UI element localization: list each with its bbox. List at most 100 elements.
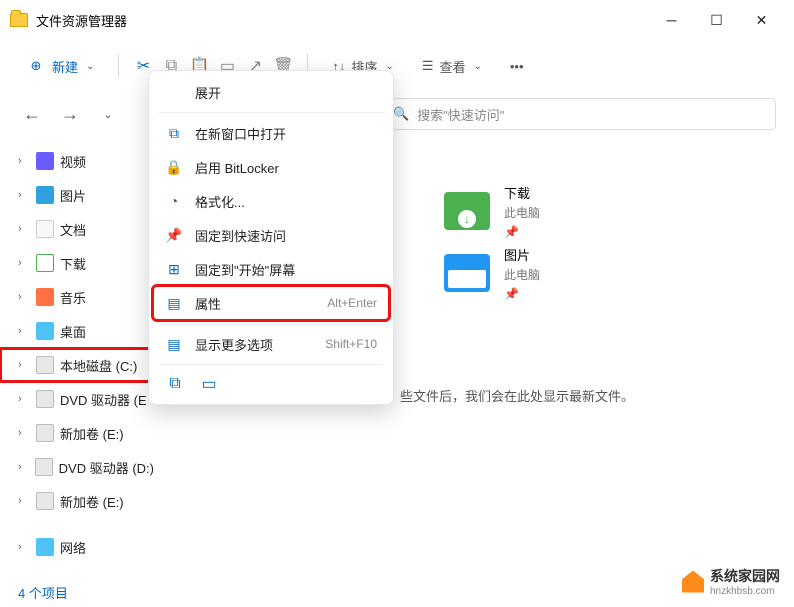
expand-icon[interactable]: › — [18, 495, 30, 507]
sidebar-item-video[interactable]: › 视频 — [0, 144, 160, 178]
menu-item[interactable]: ⊞ 固定到"开始"屏幕 — [153, 252, 389, 286]
view-icon: ☰ — [422, 58, 434, 74]
toolbar: ⊕ 新建 ⌄ ✂ ⧉ 📋 ▭ ↗ 🗑 ↑↓ 排序 ⌄ ☰ 查看 ⌄ ••• — [0, 40, 794, 92]
menu-item-label: 在新窗口中打开 — [195, 124, 377, 143]
navigation-row: ← → ⌄ ⟳ 🔍 搜索"快速访问" — [0, 92, 794, 136]
menu-item-label: 属性 — [195, 294, 315, 313]
maximize-button[interactable]: ☐ — [694, 5, 739, 35]
watermark: 系统家园网 hnzkhbsb.com — [682, 566, 780, 597]
expand-icon[interactable]: › — [18, 541, 30, 553]
new-button[interactable]: ⊕ 新建 ⌄ — [16, 50, 104, 82]
folder-name: 下载 — [504, 183, 540, 202]
sidebar-item-disk[interactable]: › 新加卷 (E:) — [0, 484, 160, 518]
rename-icon[interactable]: ▭ — [199, 374, 219, 394]
dvd-icon — [36, 390, 54, 408]
menu-item[interactable]: ▤ 属性 Alt+Enter — [153, 286, 389, 320]
new-label: 新建 — [52, 57, 78, 76]
sidebar-item-disk[interactable]: › 本地磁盘 (C:) — [0, 348, 160, 382]
menu-item-label: 显示更多选项 — [195, 335, 313, 354]
more-button[interactable]: ••• — [500, 53, 534, 80]
props-icon: ▤ — [165, 294, 183, 312]
expand-icon[interactable]: › — [18, 393, 30, 405]
close-button[interactable]: ✕ — [739, 5, 784, 35]
sidebar-item-label: 新加卷 (E:) — [60, 492, 124, 511]
folder-icon — [444, 254, 490, 292]
music-icon — [36, 288, 54, 306]
sidebar-item-dvd[interactable]: › DVD 驱动器 (E — [0, 382, 160, 416]
sidebar-item-dvd[interactable]: › DVD 驱动器 (D:) — [0, 450, 160, 484]
sidebar-item-pic[interactable]: › 图片 — [0, 178, 160, 212]
sidebar-item-doc[interactable]: › 文档 — [0, 212, 160, 246]
sidebar-item-label: DVD 驱动器 (D:) — [59, 458, 154, 477]
view-label: 查看 — [439, 57, 465, 76]
sidebar-item-label: DVD 驱动器 (E — [60, 390, 147, 409]
pin-start-icon: ⊞ — [165, 260, 183, 278]
context-menu: 展开 ⧉ 在新窗口中打开 🔒 启用 BitLocker ◔ 格式化... 📌 固… — [148, 70, 394, 405]
pin-icon: 📌 — [504, 225, 540, 239]
sidebar: › 视频› 图片› 文档› 下载› 音乐› 桌面› 本地磁盘 (C:)› DVD… — [0, 140, 160, 571]
up-button[interactable]: ⌄ — [94, 100, 122, 128]
folder-location: 此电脑 — [504, 266, 540, 283]
view-button[interactable]: ☰ 查看 ⌄ — [412, 51, 492, 82]
search-input[interactable]: 🔍 搜索"快速访问" — [382, 98, 776, 130]
sidebar-item-dl[interactable]: › 下载 — [0, 246, 160, 280]
plus-circle-icon: ⊕ — [26, 56, 46, 76]
menu-item[interactable]: 展开 — [153, 75, 389, 109]
chevron-down-icon: ⌄ — [86, 61, 94, 72]
back-button[interactable]: ← — [18, 100, 46, 128]
sidebar-item-label: 视频 — [60, 152, 86, 171]
menu-item[interactable]: ▤ 显示更多选项 Shift+F10 — [153, 327, 389, 361]
folder-tile[interactable]: 下载 此电脑 📌 — [440, 180, 700, 242]
menu-item-label: 展开 — [195, 83, 377, 102]
menu-item[interactable]: 🔒 启用 BitLocker — [153, 150, 389, 184]
disk-icon — [36, 356, 54, 374]
copy-icon[interactable]: ⧉ — [165, 374, 185, 394]
menu-icon-row: ⧉▭ — [153, 368, 389, 400]
chevron-down-icon: ⌄ — [473, 61, 481, 72]
expand-icon[interactable]: › — [18, 427, 30, 439]
folder-location: 此电脑 — [504, 204, 540, 221]
window-title: 文件资源管理器 — [36, 11, 127, 30]
expand-icon[interactable]: › — [18, 257, 30, 269]
folder-tile[interactable]: 图片 此电脑 📌 — [440, 242, 700, 304]
menu-item-label: 启用 BitLocker — [195, 158, 377, 177]
sidebar-item-desk[interactable]: › 桌面 — [0, 314, 160, 348]
menu-item-label: 格式化... — [195, 192, 377, 211]
sidebar-item-disk[interactable]: › 新加卷 (E:) — [0, 416, 160, 450]
sidebar-item-label: 文档 — [60, 220, 86, 239]
expand-icon[interactable]: › — [18, 359, 30, 371]
video-icon — [36, 152, 54, 170]
watermark-logo-icon — [682, 571, 704, 593]
format-icon: ◔ — [165, 192, 183, 210]
folder-icon — [444, 192, 490, 230]
watermark-main: 系统家园网 — [710, 568, 780, 584]
sidebar-item-label: 音乐 — [60, 288, 86, 307]
desk-icon — [36, 322, 54, 340]
expand-icon[interactable]: › — [18, 291, 30, 303]
menu-item[interactable]: ⧉ 在新窗口中打开 — [153, 116, 389, 150]
window-icon: ⧉ — [165, 124, 183, 142]
menu-item[interactable]: ◔ 格式化... — [153, 184, 389, 218]
expand-icon[interactable]: › — [18, 325, 30, 337]
menu-shortcut: Shift+F10 — [325, 337, 377, 351]
expand-icon[interactable]: › — [18, 155, 30, 167]
blank-icon — [165, 83, 183, 101]
sidebar-item-label: 本地磁盘 (C:) — [60, 356, 137, 375]
sidebar-item-music[interactable]: › 音乐 — [0, 280, 160, 314]
expand-icon[interactable]: › — [18, 461, 29, 473]
sidebar-item-net[interactable]: › 网络 — [0, 530, 160, 564]
more-icon: ▤ — [165, 335, 183, 353]
forward-button[interactable]: → — [56, 100, 84, 128]
pin-icon: 📌 — [504, 287, 540, 301]
watermark-sub: hnzkhbsb.com — [710, 586, 780, 597]
empty-hint: 些文件后，我们会在此处显示最新文件。 — [400, 386, 634, 405]
sidebar-item-label: 新加卷 (E:) — [60, 424, 124, 443]
expand-icon[interactable]: › — [18, 223, 30, 235]
folder-name: 图片 — [504, 245, 540, 264]
status-bar: 4 个项目 — [0, 577, 794, 607]
expand-icon[interactable]: › — [18, 189, 30, 201]
search-icon: 🔍 — [393, 106, 409, 122]
minimize-button[interactable]: ─ — [649, 5, 694, 35]
menu-item[interactable]: 📌 固定到快速访问 — [153, 218, 389, 252]
menu-separator — [159, 112, 383, 113]
